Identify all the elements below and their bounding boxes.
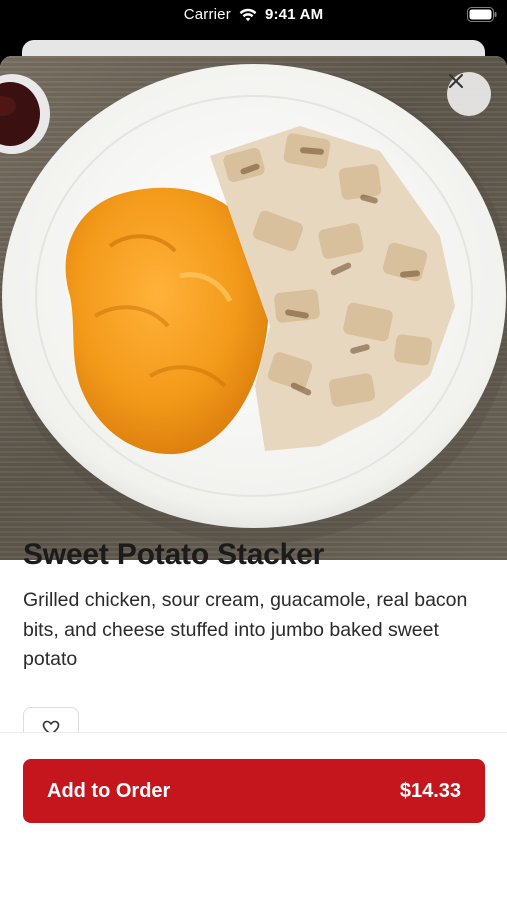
item-price: $14.33 (399, 779, 461, 802)
carrier-label: Carrier (183, 6, 231, 23)
sauce-cup (0, 74, 50, 154)
close-button[interactable] (447, 72, 491, 116)
battery-icon (467, 7, 497, 22)
item-details: Sweet Potato Stacker Grilled chicken, so… (23, 538, 484, 675)
add-to-order-button[interactable]: Add to Order $14.33 (23, 759, 485, 823)
status-time: 9:41 AM (264, 6, 324, 23)
item-description: Grilled chicken, sour cream, guacamole, … (23, 589, 468, 670)
close-icon (449, 74, 463, 88)
status-center: Carrier 9:41 AM (0, 6, 507, 23)
add-to-order-label: Add to Order (47, 779, 171, 802)
food-illustration (0, 64, 507, 544)
order-bar: Add to Order $14.33 (0, 732, 507, 900)
item-title: Sweet Potato Stacker (23, 538, 325, 571)
wifi-icon (239, 8, 257, 22)
food-photo (0, 56, 507, 560)
status-bar: Carrier 9:41 AM (0, 0, 507, 32)
